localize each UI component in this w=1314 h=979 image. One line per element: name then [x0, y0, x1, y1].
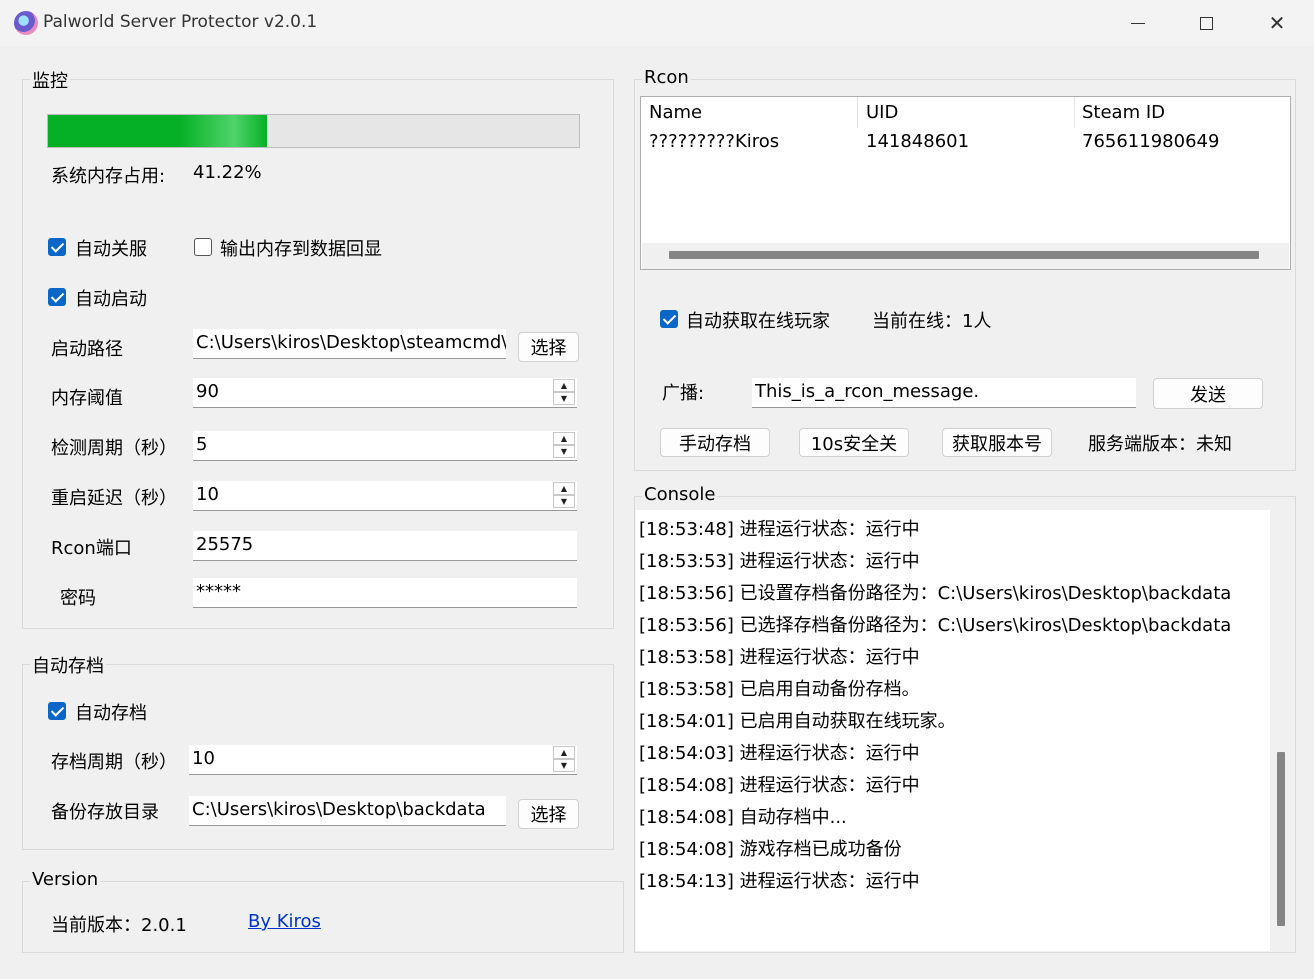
- memory-progress-fill: [48, 115, 267, 147]
- window-title: Palworld Server Protector v2.0.1: [43, 12, 318, 32]
- rcon-group-title: Rcon: [642, 67, 691, 88]
- current-version-text: 当前版本：2.0.1: [51, 915, 187, 936]
- console-line: [18:53:48] 进程运行状态：运行中: [639, 519, 920, 540]
- broadcast-label: 广播:: [662, 383, 705, 404]
- mem-threshold-value: 90: [196, 381, 219, 402]
- decrement-icon[interactable]: ▼: [553, 392, 575, 405]
- safe-shutdown-button[interactable]: 10s安全关: [799, 428, 909, 457]
- console-scrollbar[interactable]: [1270, 510, 1290, 951]
- auto-start-label: 自动启动: [75, 289, 147, 310]
- autosave-label: 自动存档: [75, 703, 147, 724]
- console-line: [18:53:58] 进程运行状态：运行中: [639, 647, 920, 668]
- app-icon: [14, 11, 38, 35]
- console-line: [18:54:03] 进程运行状态：运行中: [639, 743, 920, 764]
- version-group-title: Version: [30, 869, 101, 890]
- start-path-label: 启动路径: [51, 339, 123, 360]
- console-line: [18:53:53] 进程运行状态：运行中: [639, 551, 920, 572]
- password-input[interactable]: *****: [193, 578, 577, 608]
- column-divider: [1074, 97, 1075, 128]
- check-interval-label: 检测周期（秒）: [51, 438, 177, 459]
- console-line: [18:54:08] 进程运行状态：运行中: [639, 775, 920, 796]
- cell-name: ?????????Kiros: [649, 131, 780, 152]
- check-interval-value: 5: [196, 434, 208, 455]
- console-group-title: Console: [642, 484, 718, 505]
- table-header: Name UID Steam ID: [641, 97, 1290, 128]
- get-version-button[interactable]: 获取服本号: [942, 428, 1052, 457]
- check-interval-stepper[interactable]: 5 ▲ ▼: [193, 431, 577, 461]
- auto-fetch-players-checkbox[interactable]: [660, 310, 678, 328]
- choose-start-path-button[interactable]: 选择: [518, 332, 579, 362]
- column-header-uid[interactable]: UID: [866, 102, 898, 123]
- rcon-port-label: Rcon端口: [51, 538, 132, 559]
- password-label: 密码: [60, 588, 96, 609]
- autosave-checkbox[interactable]: [48, 702, 66, 720]
- monitor-group-title: 监控: [30, 67, 70, 93]
- save-period-stepper[interactable]: 10 ▲ ▼: [189, 745, 577, 775]
- column-header-name[interactable]: Name: [649, 102, 702, 123]
- console-line: [18:53:56] 已设置存档备份路径为：C:\Users\kiros\Des…: [639, 583, 1232, 604]
- console-line: [18:53:58] 已启用自动备份存档。: [639, 679, 920, 700]
- cell-steamid: 765611980649: [1082, 131, 1220, 152]
- table-row[interactable]: ?????????Kiros 141848601 765611980649: [641, 128, 1290, 158]
- choose-backup-dir-button[interactable]: 选择: [518, 799, 579, 829]
- rcon-port-input[interactable]: 25575: [193, 531, 577, 561]
- increment-icon[interactable]: ▲: [553, 482, 575, 495]
- memory-usage-value: 41.22%: [193, 162, 262, 183]
- restart-delay-stepper[interactable]: 10 ▲ ▼: [193, 481, 577, 511]
- autosave-group-title: 自动存档: [30, 652, 106, 678]
- close-button[interactable]: ✕: [1257, 8, 1297, 38]
- minimize-button[interactable]: [1118, 8, 1158, 38]
- player-table[interactable]: Name UID Steam ID ?????????Kiros 1418486…: [640, 96, 1291, 270]
- restart-delay-value: 10: [196, 484, 219, 505]
- output-memory-label: 输出内存到数据回显: [220, 239, 382, 260]
- close-icon: ✕: [1268, 11, 1286, 35]
- console-line: [18:54:08] 自动存档中...: [639, 807, 847, 828]
- server-version-text: 服务端版本：未知: [1088, 434, 1232, 455]
- cell-uid: 141848601: [866, 131, 970, 152]
- decrement-icon[interactable]: ▼: [553, 445, 575, 458]
- console-line: [18:54:08] 游戏存档已成功备份: [639, 839, 902, 860]
- auto-start-checkbox[interactable]: [48, 288, 66, 306]
- mem-threshold-label: 内存阈值: [51, 388, 123, 409]
- column-header-steamid[interactable]: Steam ID: [1082, 102, 1165, 123]
- maximize-icon: [1199, 16, 1213, 30]
- console-output[interactable]: [18:53:48] 进程运行状态：运行中 [18:53:53] 进程运行状态：…: [636, 510, 1270, 951]
- console-line: [18:53:56] 已选择存档备份路径为：C:\Users\kiros\Des…: [639, 615, 1232, 636]
- restart-delay-label: 重启延迟（秒）: [51, 488, 177, 509]
- column-divider: [857, 97, 858, 128]
- send-button[interactable]: 发送: [1153, 378, 1263, 409]
- auto-shutdown-label: 自动关服: [75, 239, 147, 260]
- backup-dir-input[interactable]: C:\Users\kiros\Desktop\backdata: [189, 796, 506, 826]
- decrement-icon[interactable]: ▼: [553, 495, 575, 508]
- save-period-label: 存档周期（秒）: [51, 752, 177, 773]
- console-line: [18:54:01] 已启用自动获取在线玩家。: [639, 711, 956, 732]
- console-scrollbar-thumb[interactable]: [1277, 752, 1285, 926]
- online-count-text: 当前在线：1人: [872, 311, 992, 332]
- backup-dir-label: 备份存放目录: [51, 802, 159, 823]
- save-period-value: 10: [192, 748, 215, 769]
- mem-threshold-stepper[interactable]: 90 ▲ ▼: [193, 378, 577, 408]
- start-path-input[interactable]: C:\Users\kiros\Desktop\steamcmd\s: [193, 329, 506, 359]
- memory-progress-bar: [47, 114, 580, 148]
- horizontal-scrollbar[interactable]: [642, 243, 1289, 269]
- increment-icon[interactable]: ▲: [553, 432, 575, 445]
- increment-icon[interactable]: ▲: [553, 746, 575, 759]
- console-line: [18:54:13] 进程运行状态：运行中: [639, 871, 920, 892]
- auto-fetch-players-label: 自动获取在线玩家: [686, 311, 830, 332]
- increment-icon[interactable]: ▲: [553, 379, 575, 392]
- maximize-button[interactable]: [1186, 8, 1226, 38]
- memory-usage-label: 系统内存占用:: [51, 166, 166, 187]
- scrollbar-thumb[interactable]: [669, 251, 1259, 259]
- output-memory-checkbox[interactable]: [194, 238, 212, 256]
- broadcast-input[interactable]: This_is_a_rcon_message.: [752, 378, 1136, 408]
- minimize-icon: [1131, 22, 1145, 24]
- manual-save-button[interactable]: 手动存档: [660, 428, 770, 457]
- author-link[interactable]: By Kiros: [248, 911, 321, 932]
- auto-shutdown-checkbox[interactable]: [48, 238, 66, 256]
- decrement-icon[interactable]: ▼: [553, 759, 575, 772]
